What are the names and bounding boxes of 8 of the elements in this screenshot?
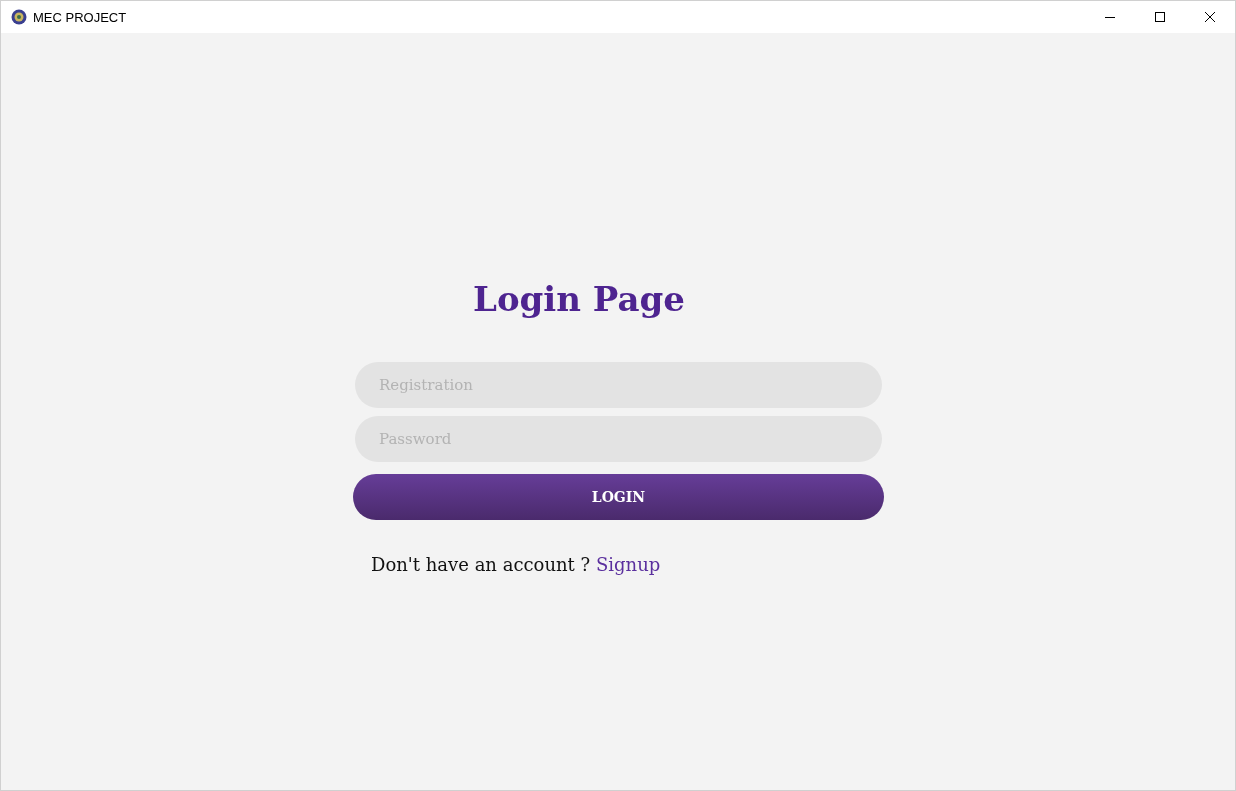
login-button[interactable]: LOGIN <box>353 474 884 520</box>
close-icon[interactable] <box>1204 11 1216 23</box>
page-heading: Login Page <box>473 278 685 321</box>
maximize-icon[interactable] <box>1154 11 1166 23</box>
logo-icon <box>11 9 27 25</box>
signup-link[interactable]: Signup <box>595 554 661 575</box>
signup-prompt: Don't have an account ? <box>371 554 591 575</box>
window-title: MEC PROJECT <box>33 9 127 25</box>
